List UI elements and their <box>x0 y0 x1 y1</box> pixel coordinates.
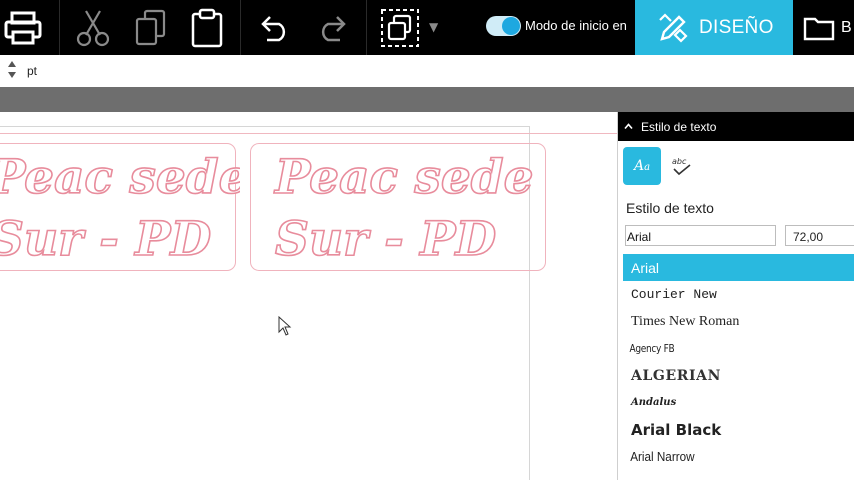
abc-check-icon: abc <box>672 157 691 176</box>
design-pencil-icon <box>657 12 689 44</box>
font-option[interactable]: Agency FB <box>623 335 813 362</box>
section-title: Estilo de texto <box>626 200 714 216</box>
property-bar: pt <box>0 55 854 87</box>
ruler-bar <box>0 87 854 112</box>
panel-header[interactable]: Estilo de texto <box>618 112 854 141</box>
toggle-knob <box>502 17 520 35</box>
font-style-icon: Aa <box>633 158 651 174</box>
font-size-input[interactable]: 72,00 <box>785 225 854 246</box>
font-option[interactable]: Arial Black <box>623 416 854 443</box>
redo-icon <box>321 15 346 41</box>
text-style-panel: Estilo de texto Aa abc Estilo de texto A… <box>617 112 854 480</box>
toolbar-divider <box>59 0 60 55</box>
copy-icon <box>135 9 166 45</box>
collapse-chevron-icon[interactable] <box>624 122 633 131</box>
redo-button[interactable] <box>310 0 354 55</box>
group-dropdown-caret-icon[interactable]: ▼ <box>429 20 438 34</box>
font-list: Arial Courier New Times New Roman Agency… <box>623 254 854 470</box>
toolbar-divider <box>366 0 367 55</box>
print-button[interactable] <box>0 0 46 55</box>
group-button[interactable] <box>378 0 422 55</box>
spell-tab[interactable]: abc <box>669 154 695 178</box>
tab-library[interactable]: B <box>793 0 854 55</box>
mouse-cursor-icon <box>278 316 292 336</box>
toolbar-divider <box>240 0 241 55</box>
design-label-text[interactable]: Peac sede Sur - PD <box>0 142 240 272</box>
font-option[interactable]: Arial Narrow <box>623 443 832 470</box>
spinner-down-icon[interactable] <box>8 72 16 78</box>
label-line-2: Sur - PD <box>0 212 211 267</box>
label-line-2: Sur - PD <box>275 212 496 267</box>
font-option[interactable]: Courier New <box>623 281 854 308</box>
cut-button[interactable] <box>70 0 116 55</box>
unit-spinner[interactable] <box>8 61 16 81</box>
page-border <box>0 126 530 127</box>
undo-button[interactable] <box>253 0 297 55</box>
panel-title: Estilo de texto <box>641 119 717 134</box>
text-style-tab[interactable]: Aa <box>623 147 661 185</box>
font-option[interactable]: ALGERIAN <box>623 362 854 389</box>
scissors-icon <box>76 9 110 46</box>
undo-icon <box>261 15 286 41</box>
unit-label: pt <box>27 64 38 78</box>
select-group-icon <box>381 8 419 47</box>
tab-design[interactable]: DISEÑO <box>635 0 793 55</box>
font-option[interactable]: Times New Roman <box>623 308 854 335</box>
clipboard-icon <box>191 8 223 47</box>
spinner-up-icon[interactable] <box>8 61 16 67</box>
folder-icon <box>803 15 835 41</box>
printer-icon <box>4 11 42 44</box>
font-name-input[interactable]: Arial <box>625 225 776 246</box>
label-line-1: Peac sede <box>0 150 240 205</box>
tab-library-label: B <box>841 18 852 36</box>
start-mode-label: Modo de inicio en <box>525 18 627 33</box>
label-line-1: Peac sede <box>273 150 534 205</box>
top-toolbar: ▼ Modo de inicio en DISEÑO B <box>0 0 854 55</box>
copy-button[interactable] <box>128 0 172 55</box>
svg-text:abc: abc <box>672 157 687 166</box>
cut-guide-line <box>0 133 620 134</box>
paste-button[interactable] <box>185 0 229 55</box>
font-option[interactable]: Andalus <box>623 389 854 416</box>
start-mode-toggle[interactable] <box>486 16 521 36</box>
font-option[interactable]: Arial <box>623 254 854 281</box>
design-label-text[interactable]: Peac sede Sur - PD <box>250 142 550 272</box>
tab-design-label: DISEÑO <box>699 16 774 38</box>
